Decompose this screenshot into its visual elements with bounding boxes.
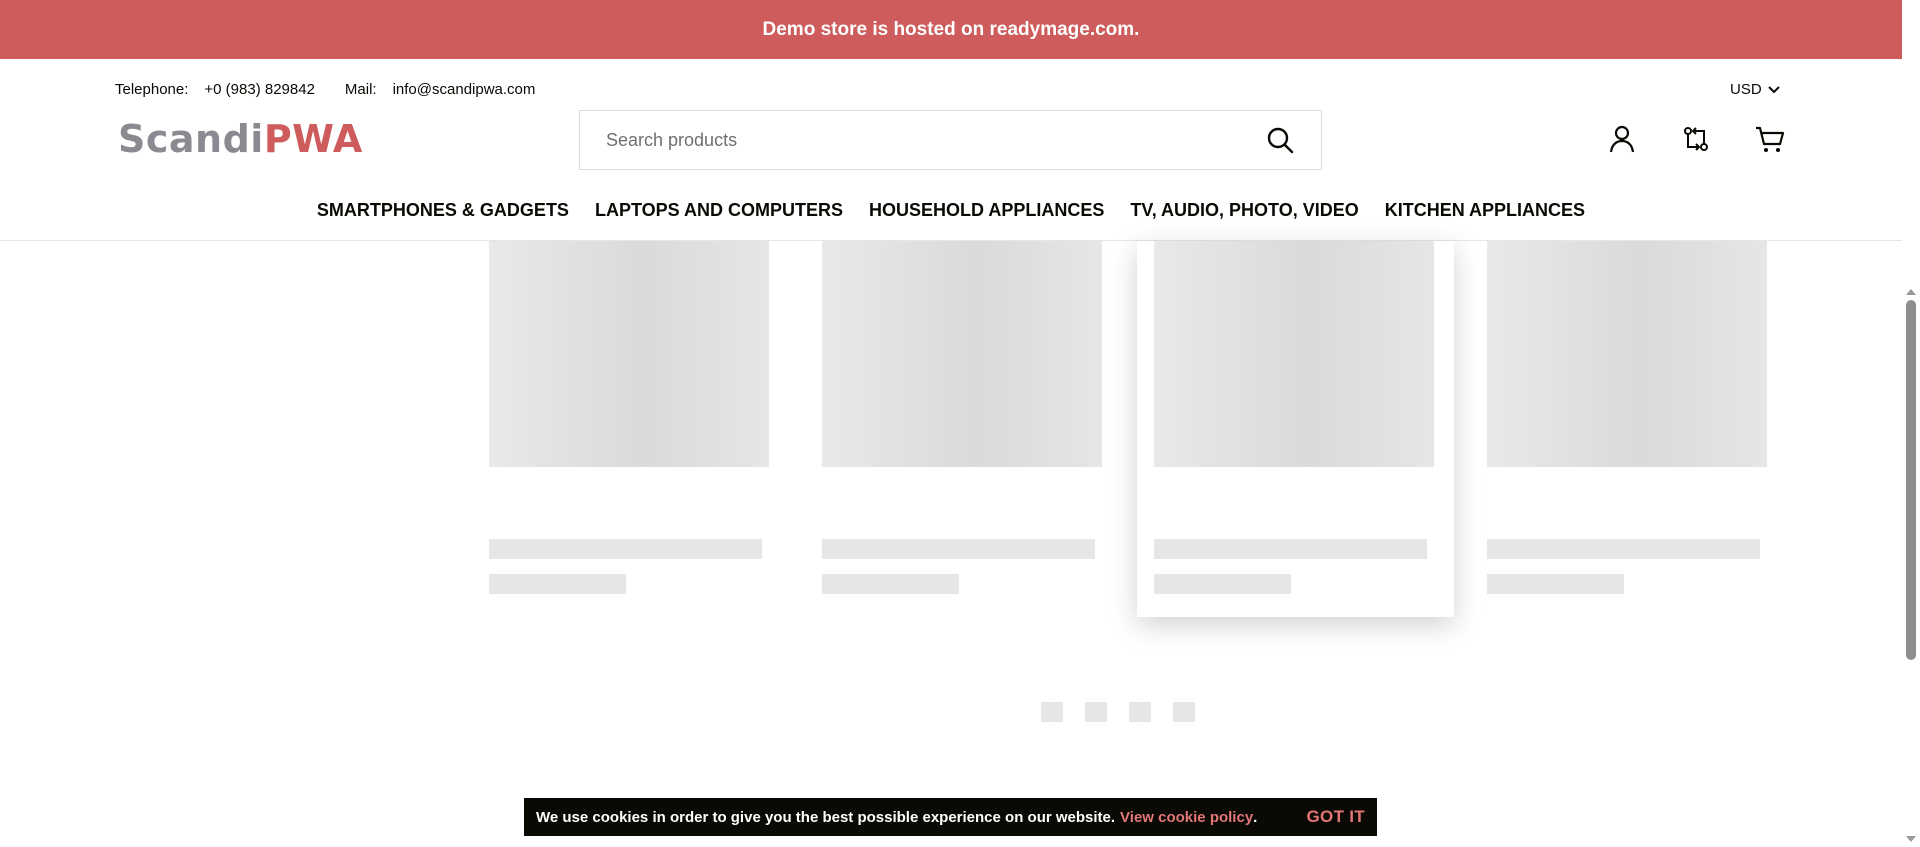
product-price-placeholder [1487,574,1624,594]
currency-value: USD [1730,81,1762,98]
product-image-placeholder [1154,241,1434,467]
product-image-placeholder [822,241,1102,467]
slider-page-dot[interactable] [1085,702,1107,722]
slider-pagination [1041,702,1195,722]
cookie-popup: We use cookies in order to give you the … [524,798,1377,836]
product-name-placeholder [1487,539,1760,559]
menu-item-household-appliances[interactable]: HOUSEHOLD APPLIANCES [869,198,1104,223]
logo-text-pwa: PWA [263,117,363,161]
scroll-down-arrow-icon[interactable] [1906,836,1916,842]
mail-label: Mail: [344,81,377,98]
compare-icon[interactable] [1681,124,1711,154]
slider-page-dot[interactable] [1173,702,1195,722]
menu-item-kitchen-appliances[interactable]: KITCHEN APPLIANCES [1385,198,1585,223]
search-icon[interactable] [1265,125,1295,155]
scandipwa-logo[interactable]: Scandi PWA [118,117,362,161]
search-bar [579,110,1322,170]
product-name-placeholder [1154,539,1427,559]
product-card-placeholder[interactable] [472,241,789,617]
currency-switcher[interactable]: USD [1730,81,1780,98]
search-input[interactable] [580,111,1265,169]
chevron-down-icon [1767,85,1780,93]
slider-page-dot[interactable] [1041,702,1063,722]
banner-text: Demo store is hosted on readymage.com. [762,18,1140,40]
product-price-placeholder [822,574,959,594]
phone-label: Telephone: [115,81,189,98]
product-card-placeholder[interactable] [805,241,1122,617]
product-name-placeholder [822,539,1095,559]
menu-item-smartphones-gadgets[interactable]: SMARTPHONES & GADGETS [317,198,569,223]
product-price-placeholder [489,574,626,594]
cookie-message: We use cookies in order to give you the … [536,808,1116,826]
product-card-placeholder[interactable] [1470,241,1787,617]
menu-item-tv-audio-photo-video[interactable]: TV, AUDIO, PHOTO, VIDEO [1130,198,1358,223]
demo-store-banner: Demo store is hosted on readymage.com. [0,0,1902,59]
main-menu: SMARTPHONES & GADGETS LAPTOPS AND COMPUT… [0,198,1902,223]
product-price-placeholder [1154,574,1291,594]
logo-text-scandi: Scandi [118,117,264,161]
menu-item-laptops-computers[interactable]: LAPTOPS AND COMPUTERS [595,198,843,223]
account-icon[interactable] [1607,124,1637,154]
contact-info: Telephone: +0 (983) 829842 Mail: info@sc… [115,81,565,98]
cookie-policy-link[interactable]: View cookie policy [1120,809,1253,826]
phone-value[interactable]: +0 (983) 829842 [204,81,315,98]
page-scrollbar[interactable] [1902,0,1920,847]
slider-page-dot[interactable] [1129,702,1151,722]
scroll-up-arrow-icon[interactable] [1906,289,1916,295]
cookie-accept-button[interactable]: GOT IT [1307,807,1365,827]
product-name-placeholder [489,539,762,559]
cart-icon[interactable] [1755,124,1785,154]
scroll-thumb[interactable] [1906,300,1916,660]
product-image-placeholder [489,241,769,467]
product-image-placeholder [1487,241,1767,467]
cookie-period: . [1253,808,1258,826]
product-card-placeholder-hovered[interactable] [1137,241,1454,617]
mail-value[interactable]: info@scandipwa.com [393,81,536,98]
